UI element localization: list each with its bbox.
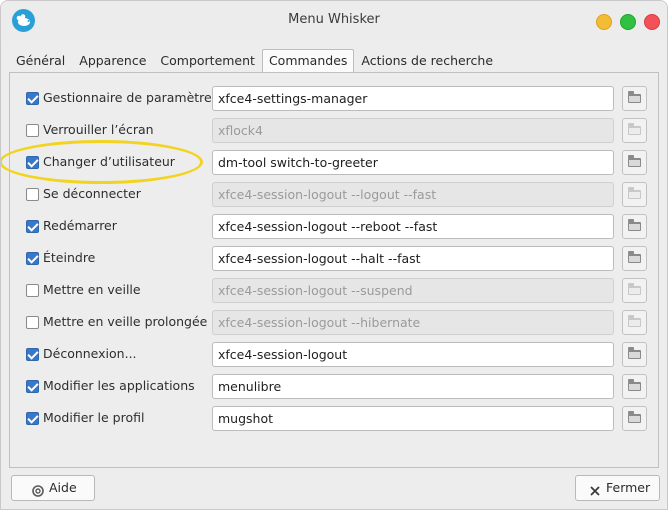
title-bar[interactable]: Menu Whisker: [1, 1, 667, 41]
log-out-checkbox[interactable]: [26, 188, 39, 201]
command-row-restart: Redémarrer xfce4-session-logout --reboot…: [10, 214, 658, 240]
command-row-lock-screen: Verrouiller l’écran xflock4: [10, 118, 658, 144]
folder-icon: [628, 411, 641, 423]
help-lifebuoy-icon: [32, 481, 44, 497]
lock-screen-browse-button: [622, 118, 647, 143]
settings-manager-label[interactable]: Gestionnaire de paramètres: [43, 90, 218, 105]
logout-dialog-checkbox[interactable]: [26, 348, 39, 361]
tab-behavior[interactable]: Comportement: [153, 49, 262, 72]
folder-icon: [628, 91, 641, 103]
folder-icon: [628, 155, 641, 167]
switch-user-command-input[interactable]: dm-tool switch-to-greeter: [212, 150, 614, 175]
command-row-settings-manager: Gestionnaire de paramètres xfce4-setting…: [10, 86, 658, 112]
restart-label[interactable]: Redémarrer: [43, 218, 117, 233]
edit-profile-label[interactable]: Modifier le profil: [43, 410, 144, 425]
restart-command-input[interactable]: xfce4-session-logout --reboot --fast: [212, 214, 614, 239]
command-row-log-out: Se déconnecter xfce4-session-logout --lo…: [10, 182, 658, 208]
tab-general[interactable]: Général: [9, 49, 72, 72]
restart-browse-button[interactable]: [622, 214, 647, 239]
close-window-button[interactable]: [644, 14, 660, 30]
folder-icon: [628, 315, 641, 327]
command-row-switch-user: Changer d’utilisateur dm-tool switch-to-…: [10, 150, 658, 176]
command-row-logout-dialog: Déconnexion... xfce4-session-logout: [10, 342, 658, 368]
folder-icon: [628, 347, 641, 359]
switch-user-checkbox[interactable]: [26, 156, 39, 169]
settings-window: Menu Whisker Général Apparence Comportem…: [0, 0, 668, 510]
command-row-suspend: Mettre en veille xfce4-session-logout --…: [10, 278, 658, 304]
edit-applications-command-input[interactable]: menulibre: [212, 374, 614, 399]
folder-icon: [628, 379, 641, 391]
close-x-icon: [589, 481, 601, 496]
edit-profile-command-input[interactable]: mugshot: [212, 406, 614, 431]
tab-commands[interactable]: Commandes: [261, 49, 355, 74]
settings-manager-browse-button[interactable]: [622, 86, 647, 111]
shut-down-checkbox[interactable]: [26, 252, 39, 265]
commands-panel: Gestionnaire de paramètres xfce4-setting…: [9, 72, 659, 468]
lock-screen-checkbox[interactable]: [26, 124, 39, 137]
edit-applications-label[interactable]: Modifier les applications: [43, 378, 195, 393]
suspend-command-input: xfce4-session-logout --suspend: [212, 278, 614, 303]
folder-icon: [628, 187, 641, 199]
logout-dialog-label[interactable]: Déconnexion...: [43, 346, 137, 361]
suspend-checkbox[interactable]: [26, 284, 39, 297]
edit-profile-browse-button[interactable]: [622, 406, 647, 431]
suspend-label[interactable]: Mettre en veille: [43, 282, 141, 297]
edit-applications-checkbox[interactable]: [26, 380, 39, 393]
hibernate-browse-button: [622, 310, 647, 335]
lock-screen-label[interactable]: Verrouiller l’écran: [43, 122, 154, 137]
tab-search-actions[interactable]: Actions de recherche: [354, 49, 500, 72]
tab-appearance[interactable]: Apparence: [72, 49, 153, 72]
command-row-edit-applications: Modifier les applications menulibre: [10, 374, 658, 400]
help-button[interactable]: Aide: [11, 475, 95, 501]
logout-dialog-command-input[interactable]: xfce4-session-logout: [212, 342, 614, 367]
close-button-label: Fermer: [606, 480, 651, 495]
command-row-edit-profile: Modifier le profil mugshot: [10, 406, 658, 432]
minimize-button[interactable]: [596, 14, 612, 30]
lock-screen-command-input: xflock4: [212, 118, 614, 143]
folder-icon: [628, 219, 641, 231]
hibernate-checkbox[interactable]: [26, 316, 39, 329]
edit-profile-checkbox[interactable]: [26, 412, 39, 425]
command-row-hibernate: Mettre en veille prolongée xfce4-session…: [10, 310, 658, 336]
log-out-command-input: xfce4-session-logout --logout --fast: [212, 182, 614, 207]
maximize-button[interactable]: [620, 14, 636, 30]
shut-down-command-input[interactable]: xfce4-session-logout --halt --fast: [212, 246, 614, 271]
log-out-browse-button: [622, 182, 647, 207]
settings-manager-command-input[interactable]: xfce4-settings-manager: [212, 86, 614, 111]
shut-down-label[interactable]: Éteindre: [43, 250, 95, 265]
shut-down-browse-button[interactable]: [622, 246, 647, 271]
settings-manager-checkbox[interactable]: [26, 92, 39, 105]
tab-bar: Général Apparence Comportement Commandes…: [9, 49, 500, 74]
help-button-label: Aide: [49, 480, 77, 495]
edit-applications-browse-button[interactable]: [622, 374, 647, 399]
restart-checkbox[interactable]: [26, 220, 39, 233]
folder-icon: [628, 283, 641, 295]
logout-dialog-browse-button[interactable]: [622, 342, 647, 367]
window-title: Menu Whisker: [288, 12, 380, 27]
close-button[interactable]: Fermer: [575, 475, 660, 501]
hibernate-label[interactable]: Mettre en veille prolongée: [43, 314, 207, 329]
log-out-label[interactable]: Se déconnecter: [43, 186, 141, 201]
folder-icon: [628, 251, 641, 263]
suspend-browse-button: [622, 278, 647, 303]
switch-user-browse-button[interactable]: [622, 150, 647, 175]
hibernate-command-input: xfce4-session-logout --hibernate: [212, 310, 614, 335]
switch-user-label[interactable]: Changer d’utilisateur: [43, 154, 175, 169]
command-row-shut-down: Éteindre xfce4-session-logout --halt --f…: [10, 246, 658, 272]
folder-icon: [628, 123, 641, 135]
